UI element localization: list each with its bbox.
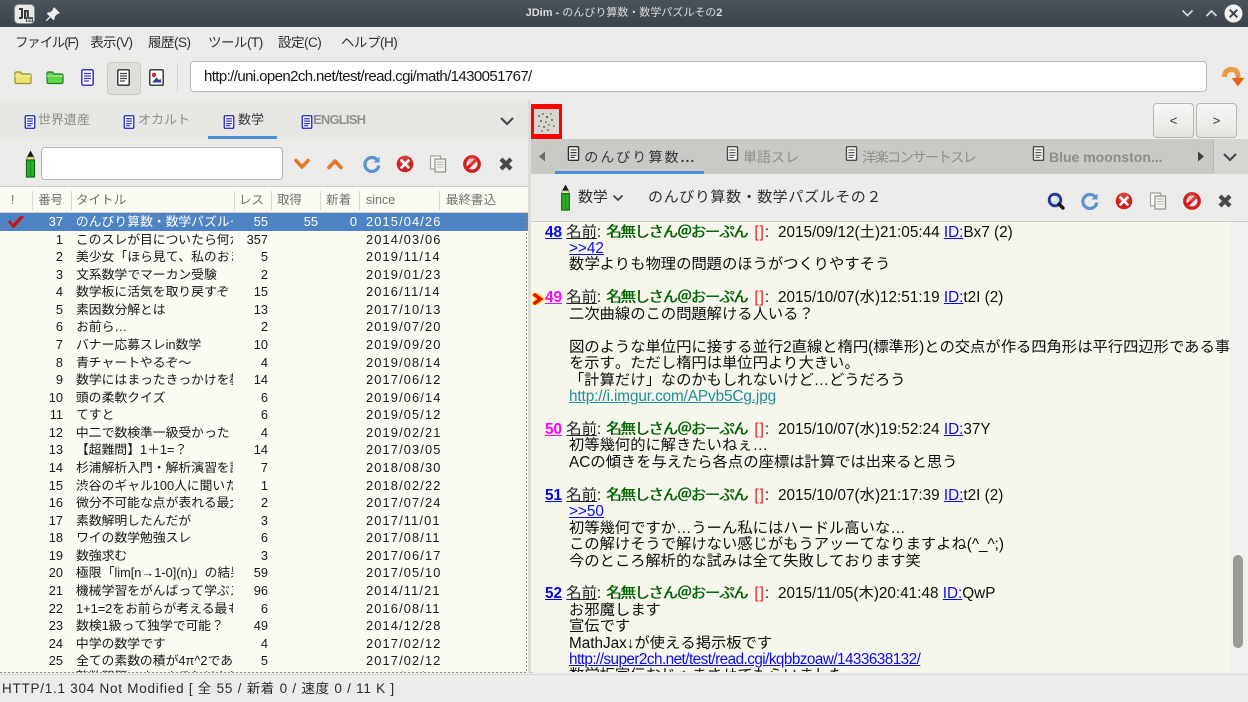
svg-text:im: im bbox=[27, 17, 32, 22]
